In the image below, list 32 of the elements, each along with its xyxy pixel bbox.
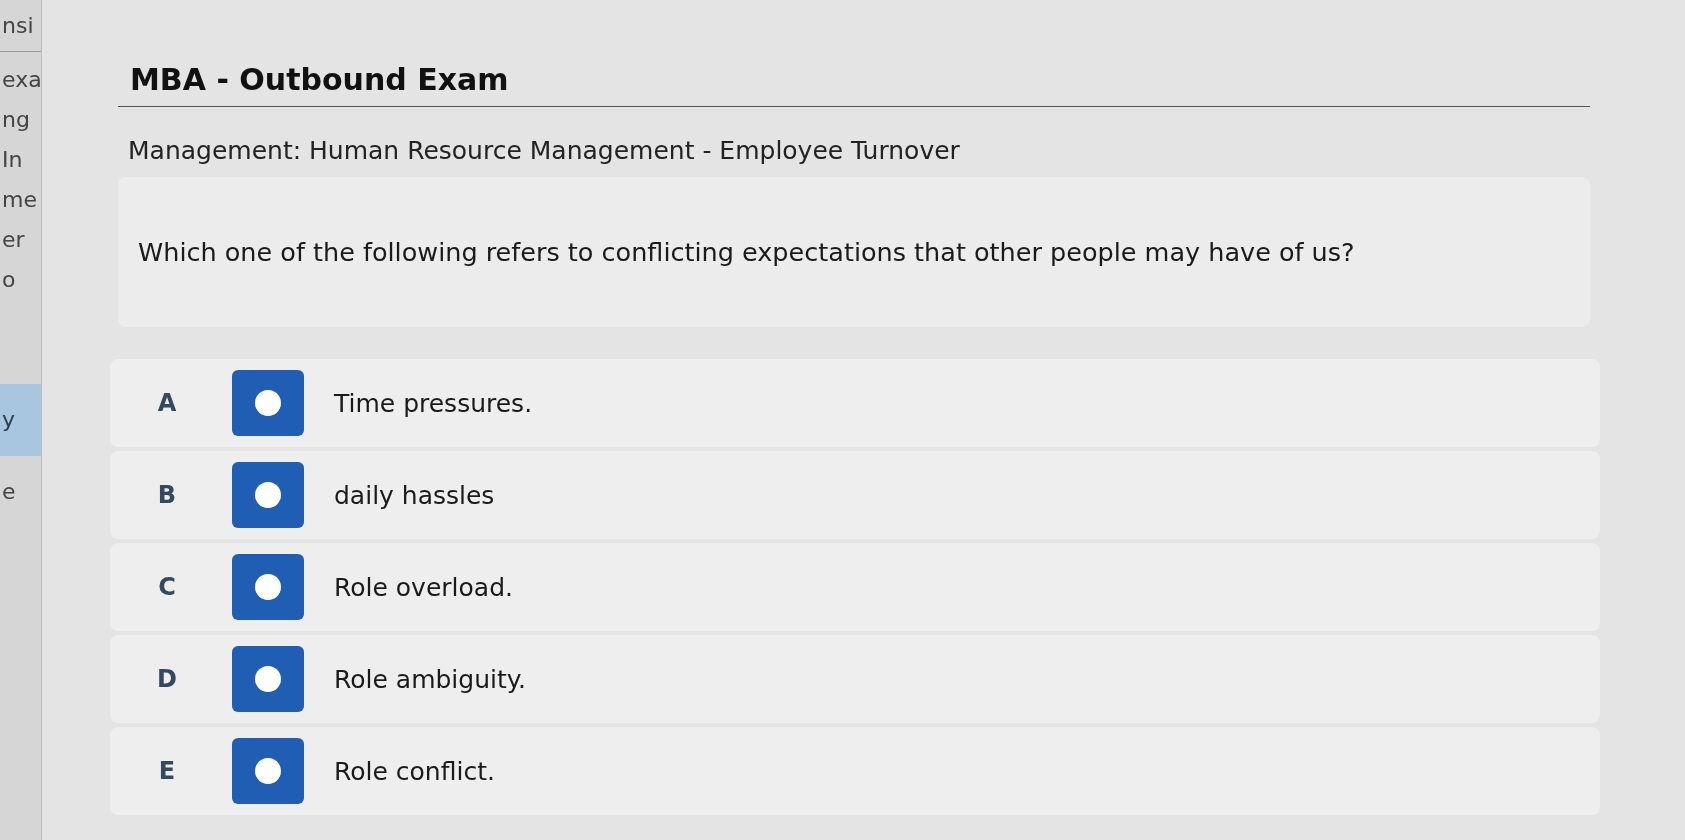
sidebar-heading: nsi bbox=[2, 14, 34, 37]
sidebar-item[interactable]: me bbox=[0, 180, 41, 220]
option-letter: A bbox=[156, 391, 178, 415]
radio-circle-icon bbox=[255, 574, 281, 600]
option-letter: B bbox=[156, 483, 178, 507]
option-text: Role conflict. bbox=[334, 758, 495, 784]
radio-button[interactable] bbox=[232, 738, 304, 804]
option-text: Role ambiguity. bbox=[334, 666, 526, 692]
radio-circle-icon bbox=[255, 758, 281, 784]
exam-subject: Management: Human Resource Management - Employee Turnover bbox=[128, 135, 960, 167]
sidebar-item[interactable]: er bbox=[0, 220, 41, 260]
question-text: Which one of the following refers to conflicting expectations that other people may have of us? bbox=[138, 236, 1355, 269]
option-letter: D bbox=[156, 667, 178, 691]
exam-title: MBA - Outbound Exam bbox=[130, 61, 509, 99]
radio-circle-icon bbox=[255, 666, 281, 692]
sidebar-item[interactable]: y bbox=[0, 384, 41, 456]
radio-circle-icon bbox=[255, 390, 281, 416]
radio-button[interactable] bbox=[232, 646, 304, 712]
sidebar-item[interactable]: In bbox=[0, 140, 41, 180]
option-text: Role overload. bbox=[334, 574, 513, 600]
option-letter: E bbox=[157, 759, 177, 783]
sidebar-item[interactable]: ng bbox=[0, 100, 41, 140]
sidebar-item[interactable]: exa bbox=[0, 60, 41, 100]
option-text: Time pressures. bbox=[334, 390, 533, 416]
option-text: daily hassles bbox=[334, 482, 495, 508]
radio-circle-icon bbox=[255, 482, 281, 508]
sidebar-item[interactable]: o bbox=[0, 260, 41, 300]
radio-button[interactable] bbox=[232, 370, 304, 436]
radio-button[interactable] bbox=[232, 462, 304, 528]
sidebar-item[interactable]: e bbox=[0, 456, 41, 528]
radio-button[interactable] bbox=[232, 554, 304, 620]
option-letter: C bbox=[157, 575, 177, 599]
